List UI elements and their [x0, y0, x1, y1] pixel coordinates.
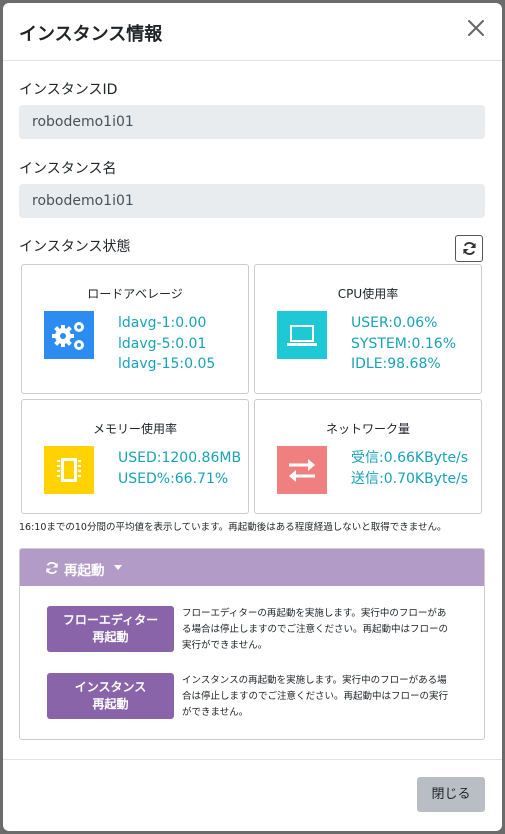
network-traffic-values: 受信:0.66KByte/s 送信:0.70KByte/s	[351, 448, 468, 489]
modal-title: インスタンス情報	[19, 24, 163, 45]
close-icon[interactable]	[464, 16, 488, 40]
ldavg-1-value: ldavg-1:0.00	[118, 315, 207, 331]
desc-line: 合は停止しますのでご注意ください。再起動中はフローの実行	[182, 691, 449, 702]
network-receive-value: 受信:0.66KByte/s	[351, 450, 469, 466]
restart-instance-label-2: 再起動	[92, 697, 129, 711]
restart-flow-editor-description: フローエディターの再起動を実施します。実行中のフローがあ る場合は停止しますので…	[182, 606, 466, 654]
desc-line: インスタンスの再起動を実施します。実行中のフローがある場	[182, 675, 447, 686]
ldavg-15-value: ldavg-15:0.05	[118, 356, 216, 372]
restart-dropdown-toggle[interactable]: 再起動	[20, 549, 484, 586]
memory-usage-values: USED:1200.86MB USED%:66.71%	[118, 448, 241, 489]
memory-used-percent-value: USED%:66.71%	[118, 470, 229, 487]
instance-id-field: robodemo1i01	[19, 105, 485, 139]
network-traffic-title: ネットワーク量	[325, 422, 410, 436]
ldavg-5-value: ldavg-5:0.01	[118, 335, 207, 352]
restart-instance-button[interactable]: インスタンス 再起動	[47, 673, 174, 719]
instance-id-label: インスタンスID	[19, 82, 118, 98]
cpu-usage-title: CPU使用率	[337, 287, 399, 301]
restart-instance-description: インスタンスの再起動を実施します。実行中のフローがある場 合は停止しますのでご注…	[182, 673, 466, 721]
desc-line: ができません。	[182, 707, 249, 718]
memory-usage-card: メモリー使用率 USED:1200.86MB USED%:66.71%	[21, 399, 249, 514]
network-traffic-card: ネットワーク量 受信:0.66KByte/s 送信:0.70KByte/s	[254, 399, 482, 514]
gears-icon	[44, 311, 94, 359]
load-average-card: ロードアベレージ ldavg-1:0.00 ldavg-5:0.01 ldavg…	[21, 264, 249, 394]
cpu-usage-values: USER:0.06% SYSTEM:0.16% IDLE:98.68%	[351, 313, 456, 375]
memory-used-value: USED:1200.86MB	[118, 450, 242, 466]
desc-line: る場合は停止しますのでご注意ください。再起動中はフローの	[182, 624, 449, 635]
refresh-icon	[463, 242, 476, 255]
instance-name-label: インスタンス名	[19, 161, 117, 177]
restart-header-label: 再起動	[64, 563, 105, 579]
average-note: 16:10までの10分間の平均値を表示しています。再起動後はある程度経過しないと…	[19, 522, 447, 533]
memory-usage-title: メモリー使用率	[92, 422, 177, 436]
instance-info-modal: インスタンス情報 インスタンスID robodemo1i01 インスタンス名 r…	[3, 3, 502, 831]
laptop-icon	[277, 311, 327, 359]
desc-line: 実行ができません。	[182, 640, 268, 651]
instance-name-field: robodemo1i01	[19, 184, 485, 218]
restart-flow-editor-button[interactable]: フローエディター 再起動	[47, 606, 174, 652]
cpu-system-value: SYSTEM:0.16%	[351, 335, 456, 352]
caret-down-icon	[114, 565, 122, 570]
restart-panel: 再起動 フローエディター 再起動 フローエディターの再起動を実施します。実行中の…	[19, 548, 485, 740]
load-average-title: ロードアベレージ	[87, 287, 183, 301]
desc-line: フローエディターの再起動を実施します。実行中のフローがあ	[182, 608, 447, 619]
sync-icon	[46, 561, 58, 575]
close-button[interactable]: 閉じる	[417, 777, 485, 812]
cpu-idle-value: IDLE:98.68%	[351, 356, 441, 372]
exchange-arrows-icon	[277, 446, 327, 494]
restart-flow-editor-label-1: フローエディター	[62, 613, 159, 627]
network-send-value: 送信:0.70KByte/s	[351, 470, 469, 487]
restart-flow-editor-label-2: 再起動	[92, 630, 129, 644]
cpu-user-value: USER:0.06%	[351, 315, 438, 331]
refresh-button[interactable]	[455, 235, 483, 262]
cpu-usage-card: CPU使用率 USER:0.06% SYSTEM:0.16% IDLE:98.6…	[254, 264, 482, 394]
restart-instance-label-1: インスタンス	[74, 680, 147, 694]
memory-chip-icon	[44, 446, 94, 494]
instance-status-label: インスタンス状態	[19, 239, 131, 255]
footer-divider	[3, 759, 502, 760]
modal-header: インスタンス情報	[3, 3, 502, 61]
load-average-values: ldavg-1:0.00 ldavg-5:0.01 ldavg-15:0.05	[118, 313, 215, 375]
